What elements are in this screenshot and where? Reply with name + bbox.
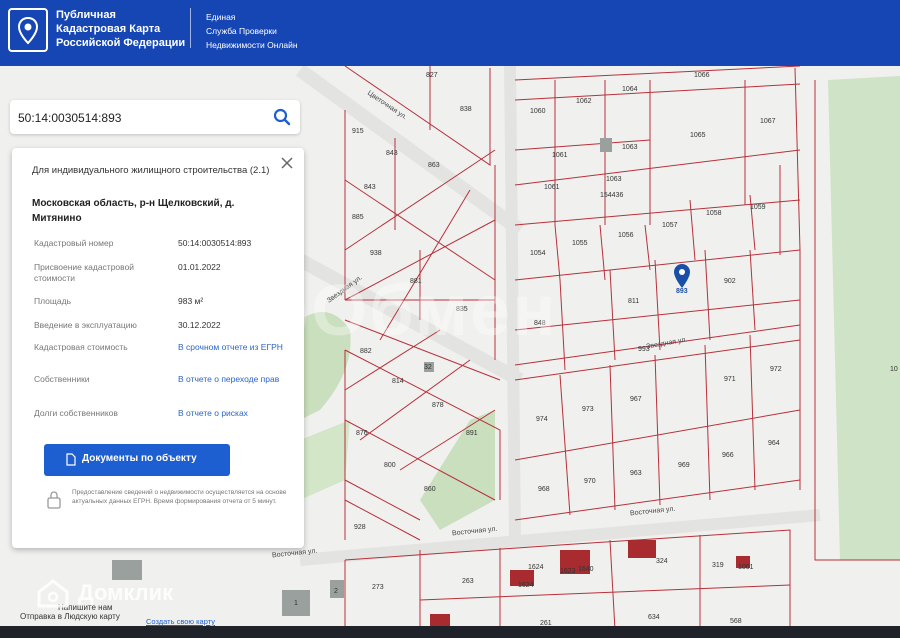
street-label: Восточная ул. <box>629 505 676 518</box>
site-header: Публичная Кадастровая Карта Российской Ф… <box>0 0 900 66</box>
site-subtitle-line: Служба Проверки <box>206 26 277 36</box>
cadastral-value-link[interactable]: В срочном отчете из ЕГРН <box>178 342 298 353</box>
logo-icon[interactable] <box>8 8 48 52</box>
property-label: Площадь <box>34 296 72 306</box>
monitor-bezel <box>0 626 900 638</box>
site-title-line: Публичная <box>56 9 116 21</box>
debts-link[interactable]: В отчете о рисках <box>178 408 298 419</box>
area-value: 983 м² <box>178 296 204 306</box>
property-label: Долги собственников <box>34 408 118 418</box>
documents-button[interactable]: Документы по объекту <box>44 444 230 476</box>
search-bar <box>10 100 300 134</box>
property-label: Кадастровый номер <box>34 238 114 248</box>
location-marker-icon[interactable] <box>674 264 690 288</box>
street-label: Звездная ул. <box>645 336 688 351</box>
property-label: Введение в эксплуатацию <box>34 320 137 330</box>
document-icon <box>66 453 76 466</box>
site-title-line: Российской Федерации <box>56 37 186 49</box>
feedback-link[interactable]: Напишите нам <box>58 603 113 612</box>
street-label: Восточная ул. <box>451 525 498 538</box>
search-input[interactable] <box>16 108 260 128</box>
object-purpose: Для индивидуального жилищного строительс… <box>32 165 270 176</box>
documents-button-label: Документы по объекту <box>82 453 197 464</box>
footer-text: Отправка в Людскую карту <box>20 612 120 621</box>
header-divider <box>190 8 191 48</box>
object-address: Московская область, р-н Щелковский, д. М… <box>32 198 235 224</box>
cadastral-number-value: 50:14:0030514:893 <box>178 238 252 248</box>
street-label: Звездная ул. <box>325 274 364 305</box>
map-screen: 827 838 915 843 863 843 885 938 881 835 … <box>0 0 900 638</box>
search-icon <box>273 108 291 126</box>
site-subtitle: Единая Служба Проверки Недвижимости Онла… <box>206 10 326 52</box>
property-label: Присвоение кадастровой стоимости <box>34 262 135 283</box>
close-button[interactable] <box>278 154 296 172</box>
close-icon <box>281 157 293 169</box>
commissioning-date-value: 30.12.2022 <box>178 320 221 330</box>
site-title: Публичная Кадастровая Карта Российской Ф… <box>56 8 186 50</box>
property-label: Кадастровая стоимость <box>34 342 128 352</box>
site-subtitle-line: Недвижимости Онлайн <box>206 40 298 50</box>
site-subtitle-line: Единая <box>206 12 236 22</box>
data-notice: Предоставление сведений о недвижимости о… <box>72 489 287 505</box>
site-title-line: Кадастровая Карта <box>56 23 161 35</box>
object-info-card: Для индивидуального жилищного строительс… <box>12 148 304 548</box>
street-label: Цветочная ул. <box>365 89 408 122</box>
lock-icon <box>47 491 61 509</box>
property-label: Собственники <box>34 374 90 384</box>
valuation-date-value: 01.01.2022 <box>178 262 221 272</box>
create-map-link[interactable]: Создать свою карту <box>146 617 215 626</box>
owners-link[interactable]: В отчете о переходе прав <box>178 374 298 385</box>
street-label: Восточная ул. <box>271 547 318 560</box>
search-button[interactable] <box>270 105 294 129</box>
